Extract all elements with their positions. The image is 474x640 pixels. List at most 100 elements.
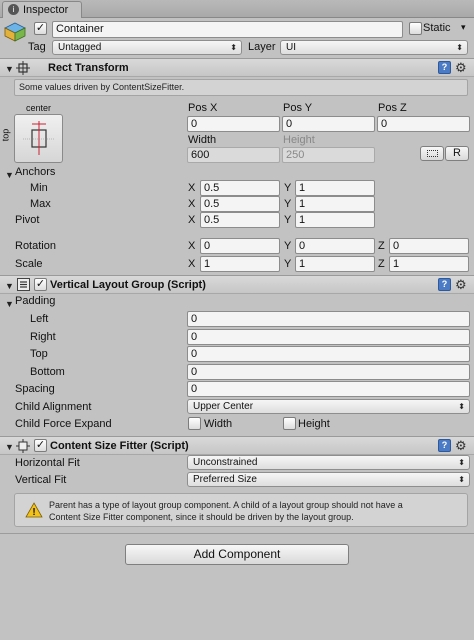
horizontal-fit-dropdown[interactable]: Unconstrained ⬍ xyxy=(187,455,470,470)
anchors-fold-icon[interactable]: ▼ xyxy=(5,170,14,180)
padding-bottom-label: Bottom xyxy=(30,366,65,378)
rect-transform-icon xyxy=(16,61,30,75)
chevron-updown-icon: ⬍ xyxy=(456,43,463,52)
pos-z-field[interactable]: 0 xyxy=(377,116,470,132)
horizontal-fit-label: Horizontal Fit xyxy=(15,457,80,469)
blueprint-mode-button[interactable] xyxy=(420,146,444,161)
anchors-label: Anchors xyxy=(15,166,56,178)
min-x-label: X xyxy=(188,182,196,194)
scale-y-label: Y xyxy=(284,258,292,270)
max-y-field[interactable]: 1 xyxy=(295,196,375,212)
gameobject-cube-icon xyxy=(4,22,26,42)
warning-box: ! Parent has a type of layout group comp… xyxy=(14,493,468,527)
vertical-layout-enabled-checkbox[interactable]: ✓ xyxy=(34,278,47,291)
tag-dropdown[interactable]: Untagged ⬍ xyxy=(52,40,242,55)
fold-arrow-icon[interactable]: ▼ xyxy=(5,64,14,74)
static-dropdown-arrow[interactable]: ▾ xyxy=(461,22,466,33)
rot-y-label: Y xyxy=(284,240,292,252)
max-label: Max xyxy=(30,198,51,210)
gameobject-name-field[interactable]: Container xyxy=(52,21,403,38)
child-alignment-dropdown[interactable]: Upper Center ⬍ xyxy=(187,399,470,414)
driven-info-text: Some values driven by ContentSizeFitter. xyxy=(19,82,185,92)
anchor-preset-top-label: center xyxy=(26,103,52,113)
content-size-fitter-enabled-checkbox[interactable]: ✓ xyxy=(34,439,47,452)
static-label: Static xyxy=(423,22,451,34)
vertical-fit-dropdown[interactable]: Preferred Size ⬍ xyxy=(187,472,470,487)
height-header: Height xyxy=(283,134,315,146)
add-component-button[interactable]: Add Component xyxy=(125,544,349,565)
pivot-x-field[interactable]: 0.5 xyxy=(200,212,280,228)
static-checkbox[interactable] xyxy=(409,22,422,35)
scale-label: Scale xyxy=(15,258,43,270)
help-icon[interactable]: ? xyxy=(438,278,451,291)
vertical-fit-label: Vertical Fit xyxy=(15,474,67,486)
padding-right-label: Right xyxy=(30,331,56,343)
padding-left-field[interactable]: 0 xyxy=(187,311,470,327)
tab-inspector[interactable]: i Inspector xyxy=(2,1,82,18)
raw-edit-button[interactable]: R xyxy=(445,146,469,161)
force-expand-width-checkbox[interactable] xyxy=(188,417,201,430)
rotation-label: Rotation xyxy=(15,240,56,252)
scale-x-field[interactable]: 1 xyxy=(200,256,280,272)
width-field[interactable]: 600 xyxy=(187,147,280,163)
fold-arrow-icon[interactable]: ▼ xyxy=(5,281,14,291)
pivot-y-field[interactable]: 1 xyxy=(295,212,375,228)
spacing-label: Spacing xyxy=(15,383,55,395)
padding-fold-icon[interactable]: ▼ xyxy=(5,299,14,309)
spacing-field[interactable]: 0 xyxy=(187,381,470,397)
warning-text-line2: Content Size Fitter component, since it … xyxy=(49,512,354,522)
rot-x-field[interactable]: 0 xyxy=(200,238,280,254)
min-y-field[interactable]: 1 xyxy=(295,180,375,196)
help-icon[interactable]: ? xyxy=(438,61,451,74)
info-icon: i xyxy=(8,4,19,15)
width-header: Width xyxy=(188,134,217,146)
vertical-fit-value: Preferred Size xyxy=(193,474,257,485)
section-divider xyxy=(0,533,474,534)
tag-value: Untagged xyxy=(58,42,102,53)
max-x-field[interactable]: 0.5 xyxy=(200,196,280,212)
max-x-label: X xyxy=(188,198,196,210)
gear-icon[interactable]: ⚙ xyxy=(455,61,467,74)
vertical-layout-title: Vertical Layout Group (Script) xyxy=(50,279,206,291)
pos-y-field[interactable]: 0 xyxy=(282,116,375,132)
tab-title: Inspector xyxy=(23,4,69,16)
layer-dropdown[interactable]: UI ⬍ xyxy=(280,40,468,55)
pos-x-header: Pos X xyxy=(188,102,218,114)
force-expand-height-label: Height xyxy=(298,418,330,430)
anchor-preset-button[interactable] xyxy=(14,114,63,163)
gear-icon[interactable]: ⚙ xyxy=(455,439,467,452)
rot-z-label: Z xyxy=(378,240,385,252)
scale-z-field[interactable]: 1 xyxy=(389,256,469,272)
warning-text-line1: Parent has a type of layout group compon… xyxy=(49,500,403,510)
pos-x-field[interactable]: 0 xyxy=(187,116,280,132)
pivot-x-label: X xyxy=(188,214,196,226)
padding-bottom-field[interactable]: 0 xyxy=(187,364,470,380)
padding-right-field[interactable]: 0 xyxy=(187,329,470,345)
scale-z-label: Z xyxy=(378,258,385,270)
blueprint-icon xyxy=(427,150,438,157)
chevron-updown-icon: ⬍ xyxy=(458,402,465,411)
active-checkbox[interactable]: ✓ xyxy=(34,22,47,35)
rect-transform-title: Rect Transform xyxy=(48,62,129,74)
child-alignment-value: Upper Center xyxy=(193,401,254,412)
height-field[interactable]: 250 xyxy=(282,147,375,163)
child-alignment-label: Child Alignment xyxy=(15,401,92,413)
content-size-fitter-icon xyxy=(16,439,30,453)
gear-icon[interactable]: ⚙ xyxy=(455,278,467,291)
layer-value: UI xyxy=(286,42,296,53)
scale-y-field[interactable]: 1 xyxy=(295,256,375,272)
content-size-fitter-title: Content Size Fitter (Script) xyxy=(50,440,189,452)
rot-z-field[interactable]: 0 xyxy=(389,238,469,254)
padding-top-label: Top xyxy=(30,348,48,360)
padding-top-field[interactable]: 0 xyxy=(187,346,470,362)
horizontal-fit-value: Unconstrained xyxy=(193,457,258,468)
help-icon[interactable]: ? xyxy=(438,439,451,452)
chevron-updown-icon: ⬍ xyxy=(458,458,465,467)
chevron-updown-icon: ⬍ xyxy=(230,43,237,52)
min-x-field[interactable]: 0.5 xyxy=(200,180,280,196)
force-expand-height-checkbox[interactable] xyxy=(283,417,296,430)
rot-y-field[interactable]: 0 xyxy=(295,238,375,254)
fold-arrow-icon[interactable]: ▼ xyxy=(5,442,14,452)
driven-info-box: Some values driven by ContentSizeFitter. xyxy=(14,79,468,96)
warning-icon: ! xyxy=(25,502,43,518)
